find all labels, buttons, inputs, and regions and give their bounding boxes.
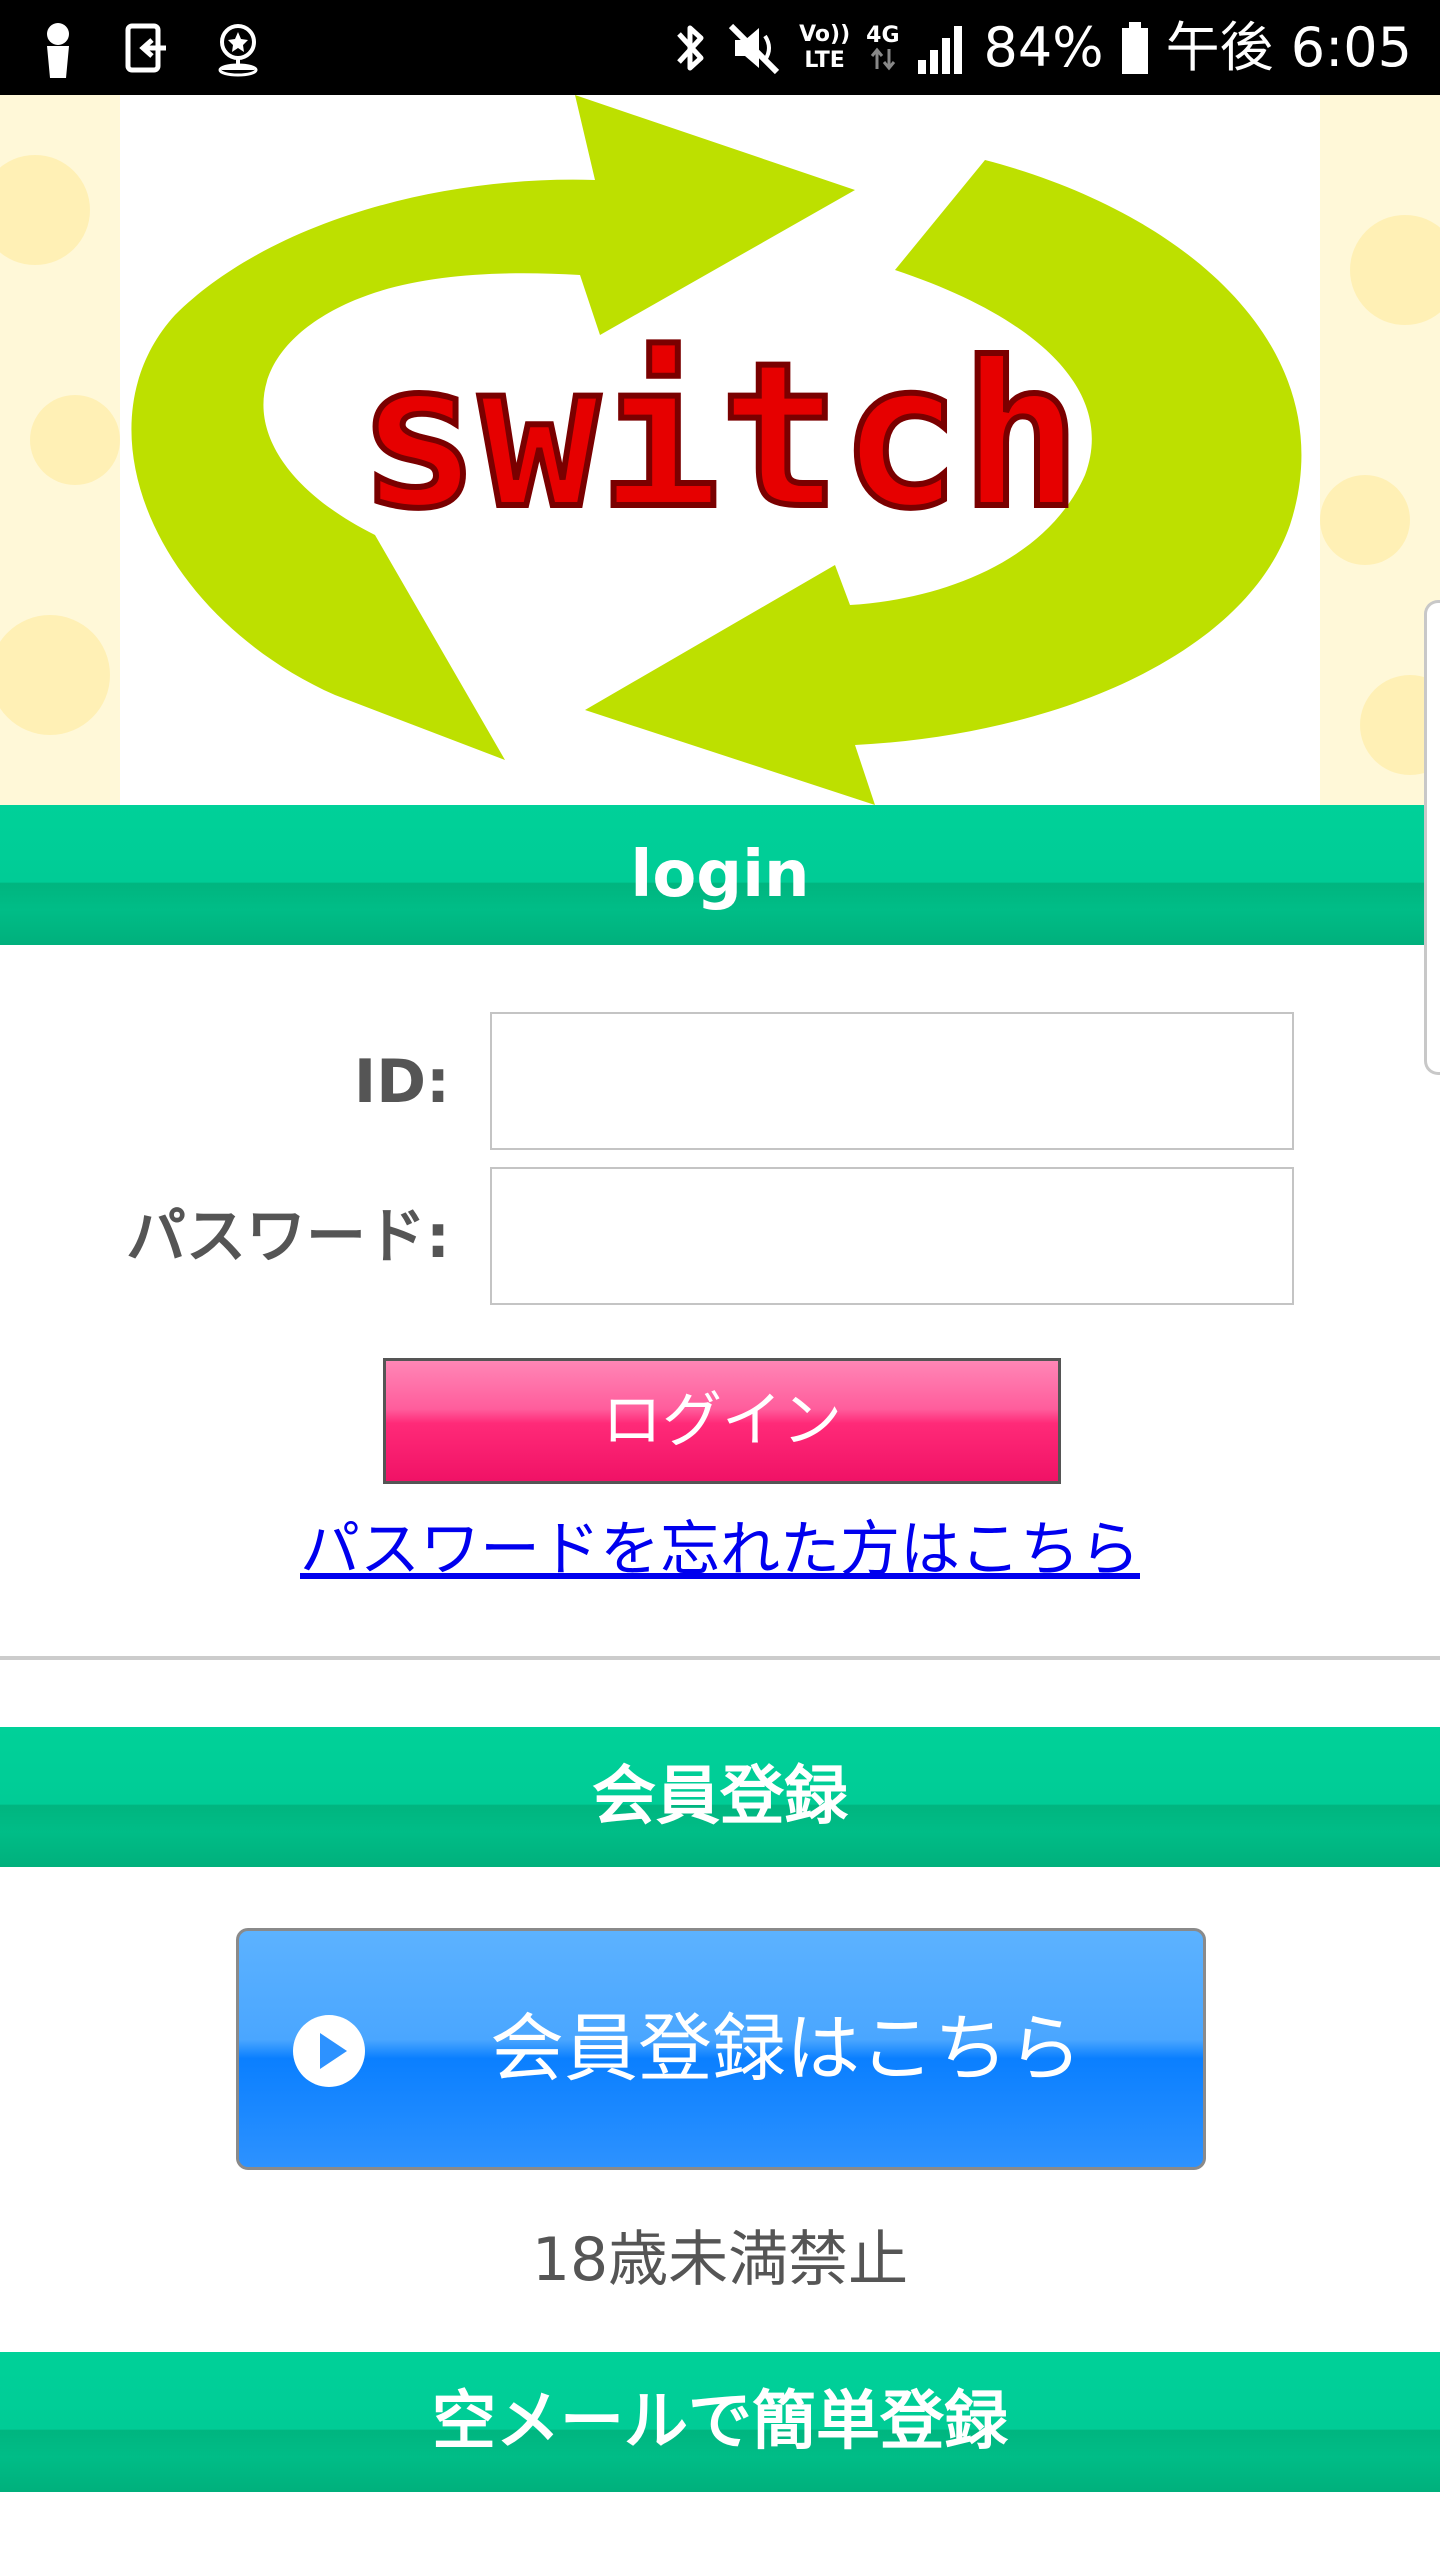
- forgot-password-link[interactable]: パスワードを忘れた方はこちら: [0, 1505, 1440, 1595]
- location-star-icon: [218, 24, 258, 77]
- volte-indicator: Vo)) LTE: [799, 24, 850, 72]
- person-icon: [47, 23, 69, 78]
- clock: 午後 6:05: [1165, 16, 1412, 79]
- header-banner: switch: [0, 95, 1440, 805]
- network-type-label: 4G: [866, 23, 900, 48]
- status-bar-system: Vo)) LTE 4G 84% 午後 6:05: [671, 8, 1412, 88]
- login-button[interactable]: ログイン: [383, 1358, 1061, 1484]
- battery-percent: 84%: [983, 16, 1104, 79]
- section-divider: [0, 1656, 1440, 1660]
- register-button-label: 会員登録はこちら: [490, 2006, 1082, 2092]
- login-section-header: login: [0, 805, 1440, 945]
- lte-label: LTE: [804, 48, 845, 73]
- mute-icon: [728, 23, 780, 75]
- password-input[interactable]: [490, 1167, 1294, 1305]
- network-type-indicator: 4G: [866, 23, 900, 71]
- status-bar-notifications: [28, 16, 268, 80]
- switch-logo: switch: [131, 95, 1302, 805]
- password-row: パスワード:: [0, 1167, 1440, 1307]
- edge-panel-handle[interactable]: [1424, 600, 1440, 1075]
- id-label: ID:: [353, 1047, 450, 1117]
- banner-pattern-right: [1320, 95, 1440, 805]
- play-circle-icon: [293, 2015, 365, 2087]
- status-bar: Vo)) LTE 4G 84% 午後 6:05: [0, 0, 1440, 95]
- logo-text: switch: [359, 320, 1081, 553]
- banner-pattern-left: [0, 95, 120, 805]
- exit-icon: [125, 23, 166, 73]
- bluetooth-icon: [677, 25, 704, 71]
- empty-mail-section-header: 空メールで簡単登録: [0, 2352, 1440, 2492]
- data-arrows-icon: [870, 47, 895, 71]
- register-section-header: 会員登録: [0, 1727, 1440, 1867]
- register-button[interactable]: 会員登録はこちら: [236, 1928, 1206, 2170]
- id-row: ID:: [0, 1012, 1440, 1152]
- signal-icon: [917, 26, 962, 74]
- battery-icon: [1121, 22, 1148, 74]
- id-input[interactable]: [490, 1012, 1294, 1150]
- age-restriction-notice: 18歳未満禁止: [531, 2225, 909, 2295]
- volte-label: Vo)): [799, 22, 851, 47]
- password-label: パスワード:: [126, 1202, 450, 1272]
